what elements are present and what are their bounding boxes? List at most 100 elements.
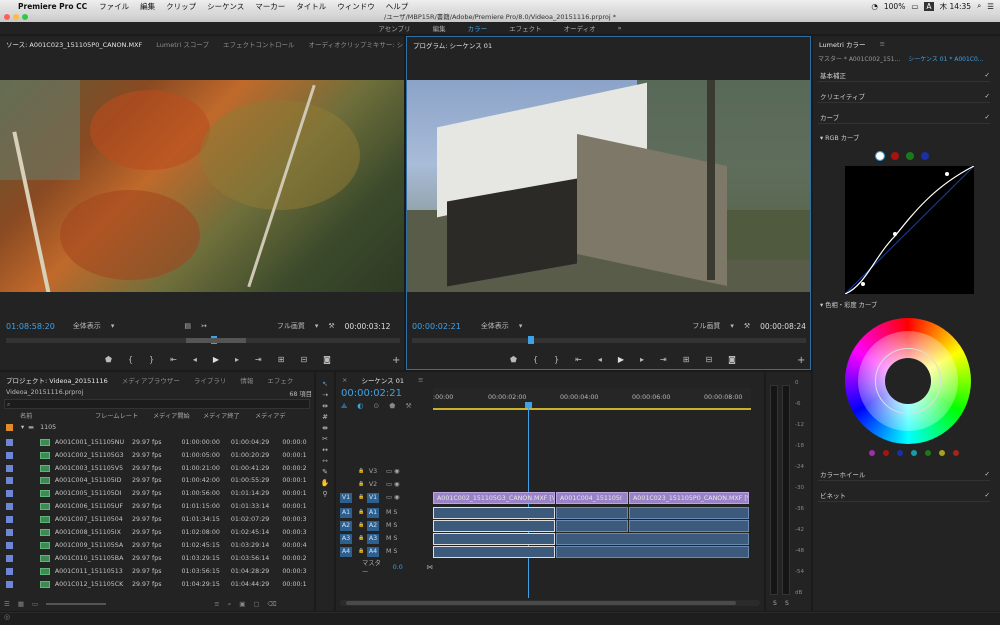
orange-swatch[interactable] <box>953 450 959 456</box>
search-icon[interactable]: ⌕ <box>977 1 981 11</box>
list-view-icon[interactable]: ☰ <box>4 600 10 608</box>
source-patch-toggle[interactable]: A1 <box>340 508 352 518</box>
menu-help[interactable]: ヘルプ <box>386 1 409 12</box>
nest-icon[interactable]: ⟁ <box>341 402 347 411</box>
step-forward-icon[interactable]: ▸ <box>235 355 239 364</box>
workspace-assembly[interactable]: アセンブリ <box>378 23 410 33</box>
list-item[interactable]: A001C011_15110513 29.97 fps 01:03:56:15 01:… <box>0 565 312 578</box>
insert-icon[interactable]: ↣ <box>201 322 207 330</box>
menu-sequence[interactable]: シーケンス <box>207 1 244 12</box>
menu-clip[interactable]: クリップ <box>166 1 196 12</box>
lock-icon[interactable]: 🔒 <box>358 522 364 528</box>
audio-clip-a1-3[interactable] <box>629 507 749 519</box>
icon-view-icon[interactable]: ▦ <box>18 600 24 608</box>
list-item[interactable]: A001C001_151105NU 29.97 fps 01:00:00:00 01:… <box>0 436 312 449</box>
audio-clip-a2-3[interactable] <box>629 520 749 532</box>
insert-clip-icon[interactable]: ⊞ <box>278 355 285 364</box>
video-clip-1[interactable]: A001C002_151105G3_CANON.MXF [V] <box>433 492 555 504</box>
tab-effects[interactable]: エフェク <box>267 375 293 385</box>
timeline-timecode[interactable]: 00:00:02:21 <box>341 388 402 399</box>
minimize-window-button[interactable] <box>13 14 19 20</box>
zoom-slider[interactable] <box>46 603 107 605</box>
workspace-color[interactable]: カラー <box>468 23 488 33</box>
col-name[interactable]: 名前 <box>0 411 95 422</box>
source-patch-toggle[interactable]: A3 <box>340 534 352 544</box>
tab-audio-clip-mixer[interactable]: オーディオクリップミキサー: シ <box>308 39 403 49</box>
panel-menu-icon[interactable]: ≡ <box>880 40 885 48</box>
source-timecode[interactable]: 01:08:58:20 <box>6 322 55 331</box>
automate-icon[interactable]: ⌕ <box>228 600 232 609</box>
ripple-edit-icon[interactable]: ⇹ <box>322 402 328 410</box>
lock-icon[interactable]: 🔒 <box>358 468 364 474</box>
rate-stretch-icon[interactable]: ⇼ <box>322 424 328 432</box>
audio-clip-a3-1[interactable] <box>433 533 555 545</box>
lumetri-title[interactable]: Lumetri カラー <box>819 39 866 49</box>
check-icon[interactable]: ✓ <box>985 113 990 121</box>
tab-libraries[interactable]: ライブラリ <box>194 375 227 385</box>
tab-source[interactable]: ソース: A001C023_151105P0_CANON.MXF <box>6 39 142 49</box>
program-playhead[interactable] <box>528 336 534 344</box>
section-basic[interactable]: 基本補正 ✓ <box>818 68 990 82</box>
export-frame-icon[interactable]: ▤ <box>184 322 191 330</box>
selection-tool-icon[interactable]: ↖ <box>322 380 328 388</box>
audio-clip-a3-2[interactable] <box>556 533 749 545</box>
section-vignette[interactable]: ビネット ✓ <box>818 488 990 502</box>
project-search-input[interactable]: ⌕ <box>4 399 310 409</box>
list-item[interactable]: A001C003_151105V5 29.97 fps 01:00:21:00 01:… <box>0 462 312 475</box>
new-item-icon[interactable]: ▢ <box>253 600 259 608</box>
track-label[interactable]: A1 <box>367 508 379 518</box>
menu-edit[interactable]: 編集 <box>140 1 155 12</box>
track-output-toggle[interactable]: ▭ ◉ <box>386 494 399 501</box>
track-label[interactable]: A3 <box>367 534 379 544</box>
list-item[interactable]: A001C012_151105CK 29.97 fps 01:04:29:15 01:… <box>0 578 312 591</box>
source-fit-select[interactable]: 全体表示 <box>73 321 101 331</box>
col-framerate[interactable]: フレームレート <box>95 411 153 422</box>
wifi-icon[interactable]: ◔ <box>871 2 878 11</box>
source-patch-toggle[interactable]: A4 <box>340 547 352 557</box>
rolling-edit-icon[interactable]: # <box>322 413 328 421</box>
video-clip-2[interactable]: A001C004_151105I <box>556 492 628 504</box>
step-forward-icon[interactable]: ▸ <box>640 355 644 364</box>
check-icon[interactable]: ✓ <box>985 491 990 499</box>
mark-out-icon[interactable]: } <box>149 355 154 364</box>
list-item[interactable]: A001C008_151105IX 29.97 fps 01:02:08:00 01:… <box>0 526 312 539</box>
tab-media-browser[interactable]: メディアブラウザー <box>122 375 180 385</box>
play-icon[interactable]: ▶ <box>618 355 624 364</box>
magenta-swatch[interactable] <box>869 450 875 456</box>
list-item[interactable]: A001C006_151105UF 29.97 fps 01:01:15:00 01:… <box>0 501 312 514</box>
slide-icon[interactable]: ⇿ <box>322 457 328 465</box>
clock[interactable]: 木 14:35 <box>940 1 972 12</box>
work-area-bar[interactable] <box>433 408 751 410</box>
pen-icon[interactable]: ✎ <box>322 468 328 476</box>
go-to-in-icon[interactable]: ⇤ <box>170 355 177 364</box>
track-label[interactable]: V3 <box>367 467 379 477</box>
red-swatch[interactable] <box>883 450 889 456</box>
lift-icon[interactable]: ⊞ <box>683 355 690 364</box>
hue-sat-curves-label[interactable]: ▾ 色相・彩度 カーブ <box>820 300 877 309</box>
mark-in-icon[interactable]: { <box>533 355 538 364</box>
green-channel-button[interactable] <box>906 152 914 160</box>
audio-clip-a4-2[interactable] <box>556 546 749 558</box>
extract-icon[interactable]: ⊟ <box>705 355 712 364</box>
tab-effect-controls[interactable]: エフェクトコントロール <box>223 39 295 49</box>
disclosure-icon[interactable]: ▾ <box>21 424 24 431</box>
panel-menu-icon[interactable]: ≡ <box>418 376 423 384</box>
input-source[interactable]: A <box>924 1 934 11</box>
audio-clip-a1-1[interactable] <box>433 507 555 519</box>
wrench-icon[interactable]: ⚒ <box>744 322 750 330</box>
close-icon[interactable]: × <box>342 376 347 384</box>
app-menu[interactable]: Premiere Pro CC <box>18 2 87 11</box>
rgb-curve-graph[interactable] <box>844 165 975 295</box>
check-icon[interactable]: ✓ <box>985 470 990 478</box>
source-scrub-bar[interactable] <box>6 336 400 344</box>
solo-right-button[interactable]: S <box>785 600 789 607</box>
mute-solo-buttons[interactable]: M S <box>386 535 397 542</box>
hand-icon[interactable]: ✋ <box>321 479 330 487</box>
slip-icon[interactable]: ↔ <box>322 446 328 454</box>
snap-icon[interactable]: ◐ <box>357 402 363 411</box>
cyan-swatch[interactable] <box>911 450 917 456</box>
camera-icon[interactable]: ◙ <box>728 355 736 364</box>
track-output-toggle[interactable]: ▭ ◉ <box>386 481 399 488</box>
track-label[interactable]: A2 <box>367 521 379 531</box>
list-item[interactable]: A001C002_151105G3 29.97 fps 01:00:05:00 01:… <box>0 449 312 462</box>
